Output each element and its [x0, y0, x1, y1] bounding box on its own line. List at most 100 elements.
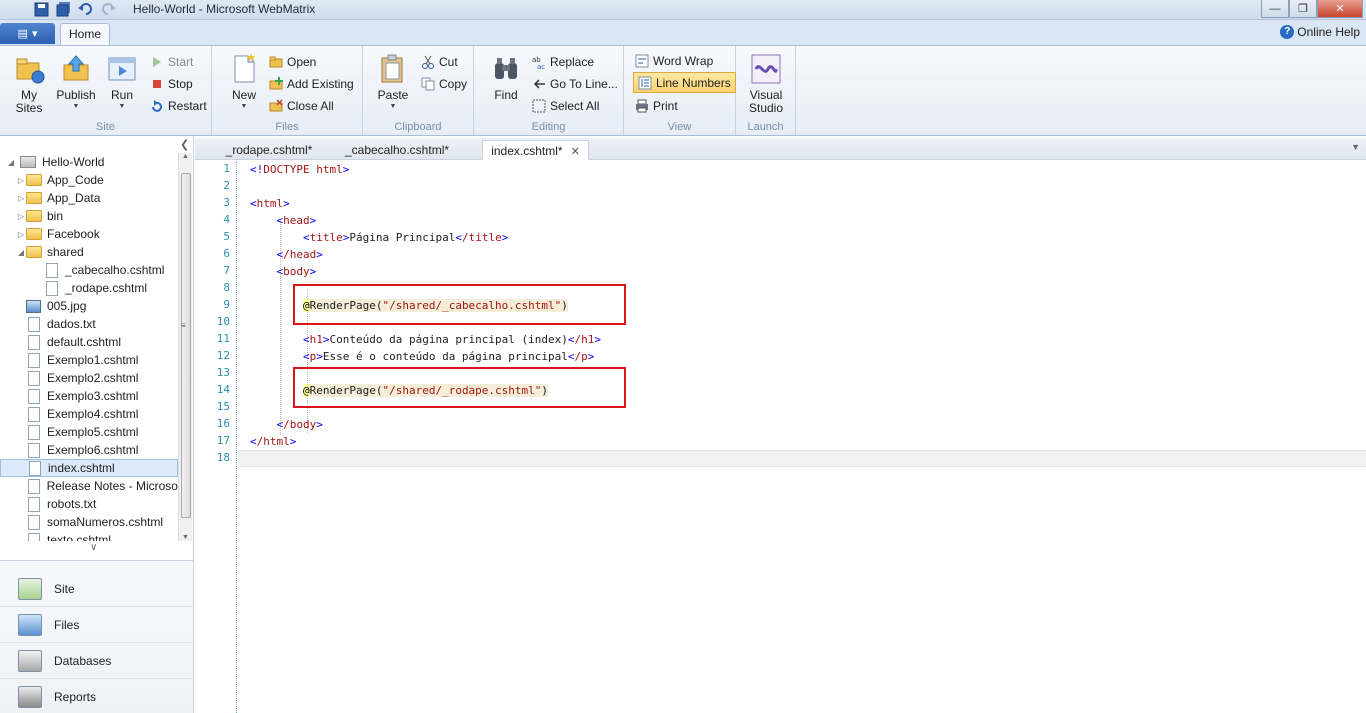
replace-label: Replace — [550, 55, 595, 69]
new-button[interactable]: New ▼ — [224, 51, 264, 111]
app-menu-button[interactable]: ▤ ▾ — [0, 23, 55, 44]
cut-button[interactable]: Cut — [421, 53, 458, 71]
copy-button[interactable]: Copy — [421, 75, 467, 93]
line-number: 10 — [216, 315, 230, 328]
close-button[interactable]: ✕ — [1317, 0, 1363, 18]
add-existing-button[interactable]: Add Existing — [269, 75, 354, 93]
tree-item[interactable]: 005.jpg — [0, 297, 178, 315]
nav-databases[interactable]: Databases — [0, 643, 193, 679]
nav-files[interactable]: Files — [0, 607, 193, 643]
scrollbar-thumb[interactable] — [181, 173, 191, 518]
tree-item[interactable]: Exemplo6.cshtml — [0, 441, 178, 459]
tree-item-label: Exemplo5.cshtml — [47, 425, 139, 439]
tab-rodape[interactable]: _rodape.cshtml* — [207, 140, 331, 160]
restart-button[interactable]: Restart — [150, 97, 207, 115]
expand-more-icon[interactable]: ∨ — [90, 542, 97, 553]
open-button[interactable]: Open — [269, 53, 316, 71]
add-existing-label: Add Existing — [287, 77, 354, 91]
my-sites-label: My Sites — [15, 88, 43, 115]
close-tab-icon[interactable]: ✕ — [571, 146, 580, 158]
expand-triangle-icon[interactable]: ▷ — [16, 194, 26, 203]
help-icon: ? — [1280, 25, 1295, 39]
scroll-down-icon[interactable]: ▼ — [182, 534, 189, 541]
tree-item-label: Release Notes - Microso — [46, 479, 178, 493]
nav-reports[interactable]: Reports — [0, 679, 193, 713]
select-all-button[interactable]: Select All — [532, 97, 599, 115]
tree-item[interactable]: Exemplo2.cshtml — [0, 369, 178, 387]
tab-home[interactable]: Home — [60, 23, 110, 46]
tree-item[interactable]: Exemplo1.cshtml — [0, 351, 178, 369]
binoculars-icon — [495, 58, 517, 79]
go-to-line-button[interactable]: Go To Line... — [532, 75, 618, 93]
paste-label: Paste — [377, 88, 409, 102]
tree-item[interactable]: Release Notes - Microso — [0, 477, 178, 495]
tree-item-label: shared — [47, 245, 84, 259]
online-help-link[interactable]: ? Online Help — [1280, 25, 1360, 39]
collapse-triangle-icon[interactable]: ◢ — [16, 248, 26, 257]
maximize-button[interactable]: ❐ — [1289, 0, 1317, 18]
tree-item[interactable]: _rodape.cshtml — [0, 279, 178, 297]
tree-item[interactable]: index.cshtml — [0, 459, 178, 477]
code-editor[interactable]: 1 2 3 4 5 6 7 8 9 10 11 12 13 14 15 16 17 18 <!DOCTYPE ht… — [195, 161, 1366, 713]
code-line-1: <!DOCTYPE html> — [250, 163, 350, 176]
code-text: Página Principal — [349, 231, 456, 244]
close-all-button[interactable]: Close All — [269, 97, 334, 115]
start-button[interactable]: Start — [150, 53, 193, 71]
print-button[interactable]: Print — [635, 97, 678, 115]
tree-item[interactable]: _cabecalho.cshtml — [0, 261, 178, 279]
tree-item[interactable]: Exemplo4.cshtml — [0, 405, 178, 423]
undo-icon[interactable] — [78, 2, 94, 17]
scroll-up-icon[interactable]: ▲ — [182, 153, 189, 160]
tree-item-label: Exemplo1.cshtml — [47, 353, 139, 367]
save-icon[interactable] — [34, 2, 50, 17]
line-number: 17 — [216, 434, 230, 447]
replace-button[interactable]: ab ac Replace — [532, 53, 594, 71]
tree-item[interactable]: ◢ shared — [0, 243, 178, 261]
save-all-icon[interactable] — [56, 2, 72, 17]
collapse-pane-icon[interactable]: ❮ — [180, 138, 189, 151]
minimize-button[interactable]: — — [1261, 0, 1289, 18]
stop-button[interactable]: Stop — [150, 75, 193, 93]
tree-item[interactable]: ▷ bin — [0, 207, 178, 225]
tab-cabecalho-label: _cabecalho.cshtml* — [344, 143, 450, 157]
code-line-4: <head> — [276, 214, 317, 227]
stop-label: Stop — [168, 77, 193, 91]
run-button[interactable]: Run ▼ — [102, 51, 142, 111]
tree-item[interactable]: Exemplo5.cshtml — [0, 423, 178, 441]
nav-site[interactable]: Site — [0, 571, 193, 607]
visual-studio-button[interactable]: Visual Studio — [746, 51, 786, 115]
ribbon-group-launch: Visual Studio Launch — [736, 46, 796, 135]
tree-item[interactable]: robots.txt — [0, 495, 178, 513]
my-sites-button[interactable]: My Sites — [9, 51, 49, 115]
word-wrap-button[interactable]: Word Wrap — [635, 52, 713, 70]
tree-item[interactable]: texto.cshtml — [0, 531, 178, 541]
nav-databases-label: Databases — [54, 653, 112, 668]
code-tag: /body — [283, 418, 317, 431]
tree-item-label: default.cshtml — [47, 335, 122, 349]
expand-triangle-icon[interactable]: ▷ — [16, 176, 26, 185]
expand-triangle-icon[interactable]: ▷ — [16, 230, 26, 239]
tree-item[interactable]: default.cshtml — [0, 333, 178, 351]
expand-triangle-icon[interactable]: ▷ — [16, 212, 26, 221]
tab-list-dropdown-icon[interactable]: ▼ — [1351, 142, 1360, 152]
line-numbers-button[interactable]: Line Numbers — [633, 72, 736, 93]
paste-button[interactable]: Paste ▼ — [373, 51, 413, 111]
tree-root[interactable]: ◢ Hello-World — [0, 153, 178, 171]
tree-scrollbar[interactable]: ▲ ≡ ▼ — [178, 153, 192, 541]
code-tag: /head — [283, 248, 317, 261]
line-number-gutter: 1 2 3 4 5 6 7 8 9 10 11 12 13 14 15 16 17 18 — [195, 161, 237, 713]
tree-item[interactable]: Exemplo3.cshtml — [0, 387, 178, 405]
publish-button[interactable]: Publish ▼ — [56, 51, 96, 111]
tree-item[interactable]: ▷ App_Data — [0, 189, 178, 207]
chevron-down-icon: ▼ — [240, 103, 248, 110]
tree-item[interactable]: somaNumeros.cshtml — [0, 513, 178, 531]
find-button[interactable]: Find — [486, 51, 526, 102]
redo-icon[interactable] — [100, 2, 116, 17]
open-label: Open — [287, 55, 317, 69]
tree-item[interactable]: ▷ App_Code — [0, 171, 178, 189]
tree-item[interactable]: dados.txt — [0, 315, 178, 333]
collapse-triangle-icon[interactable]: ◢ — [6, 158, 16, 167]
tree-item[interactable]: ▷ Facebook — [0, 225, 178, 243]
tab-index[interactable]: index.cshtml* ✕ — [482, 140, 589, 160]
tab-cabecalho[interactable]: _cabecalho.cshtml* — [335, 140, 459, 160]
